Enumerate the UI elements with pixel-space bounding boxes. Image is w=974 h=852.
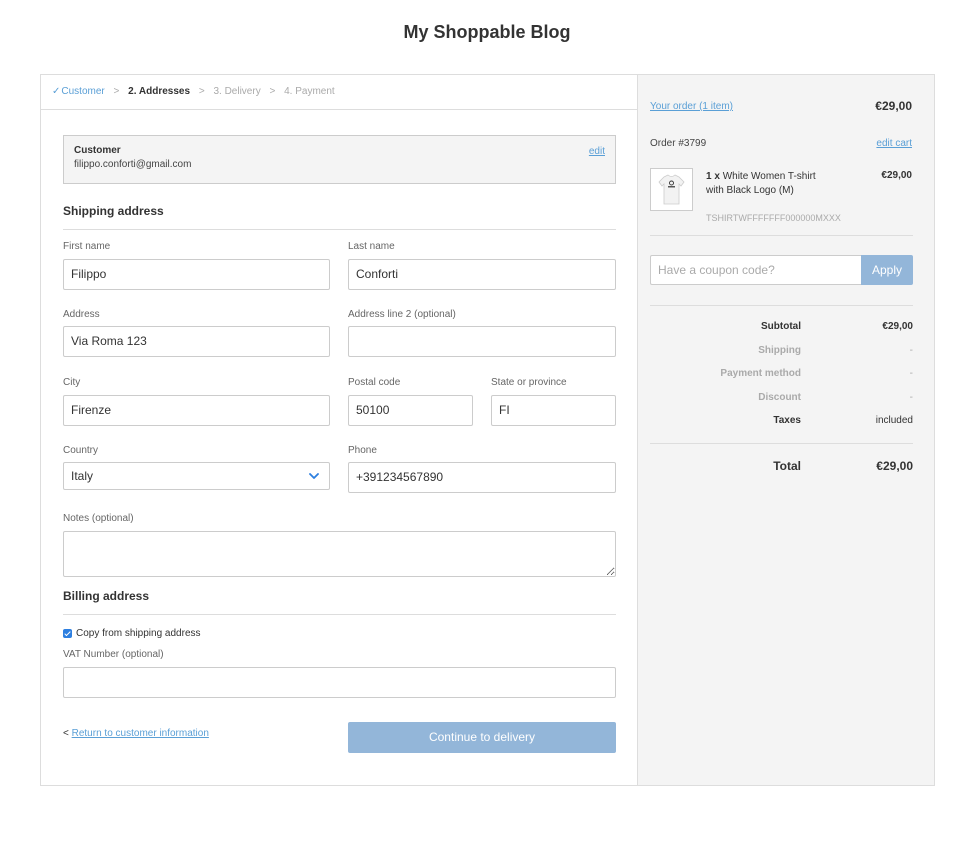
step-delivery: 3. Delivery [213, 86, 261, 97]
item-name: White Women T-shirt with Black Logo (M) [706, 171, 816, 196]
total-value: €29,00 [876, 459, 913, 473]
chevron-down-icon [309, 473, 319, 479]
divider [650, 305, 913, 306]
discount-value: - [909, 392, 913, 403]
notes-label: Notes (optional) [63, 513, 134, 524]
state-input[interactable]: FI [491, 395, 616, 426]
divider [63, 614, 616, 615]
checkout-container: ✓Customer > 2. Addresses > 3. Delivery >… [40, 74, 935, 786]
step-separator: > [198, 86, 205, 97]
edit-cart-link[interactable]: edit cart [876, 138, 912, 149]
payment-method-row: Payment method - [650, 368, 913, 382]
item-price: €29,00 [881, 170, 912, 181]
divider [63, 229, 616, 230]
return-to-customer-link[interactable]: Return to customer information [72, 728, 209, 739]
site-title: My Shoppable Blog [403, 22, 571, 42]
last-name-label: Last name [348, 241, 395, 252]
step-separator: > [269, 86, 276, 97]
shipping-value: - [909, 345, 913, 356]
order-summary-panel: Your order (1 item) €29,00 Order #3799 e… [637, 75, 934, 785]
country-selected-value: Italy [71, 469, 94, 483]
payment-method-value: - [909, 368, 913, 379]
taxes-label: Taxes [773, 415, 801, 426]
copy-shipping-label[interactable]: Copy from shipping address [76, 628, 201, 639]
check-icon: ✓ [52, 86, 61, 97]
vat-label: VAT Number (optional) [63, 649, 164, 660]
tshirt-icon [658, 174, 685, 205]
city-input[interactable]: Firenze [63, 395, 330, 426]
taxes-value: included [875, 415, 913, 426]
last-name-input[interactable]: Conforti [348, 259, 616, 290]
divider [650, 443, 913, 444]
divider [650, 235, 913, 236]
continue-to-delivery-button[interactable]: Continue to delivery [348, 722, 616, 753]
customer-label: Customer [74, 145, 121, 156]
billing-address-title: Billing address [63, 589, 150, 603]
postal-code-label: Postal code [348, 377, 401, 388]
notes-textarea[interactable] [63, 531, 616, 577]
subtotal-value: €29,00 [882, 321, 913, 332]
country-select[interactable]: Italy [63, 462, 330, 490]
checkout-steps-breadcrumb: ✓Customer > 2. Addresses > 3. Delivery >… [41, 75, 637, 110]
first-name-label: First name [63, 241, 111, 252]
step-customer[interactable]: Customer [61, 75, 104, 109]
phone-input[interactable]: +391234567890 [348, 462, 616, 493]
taxes-row: Taxes included [650, 415, 913, 429]
phone-label: Phone [348, 445, 377, 456]
postal-code-input[interactable]: 50100 [348, 395, 473, 426]
shipping-address-title: Shipping address [63, 204, 164, 218]
item-thumbnail [650, 168, 693, 211]
discount-label: Discount [758, 392, 801, 403]
subtotal-label: Subtotal [761, 321, 801, 332]
apply-coupon-button[interactable]: Apply [861, 255, 913, 285]
item-quantity: 1 x [706, 171, 720, 182]
state-label: State or province [491, 377, 567, 388]
copy-shipping-row[interactable]: Copy from shipping address [63, 628, 201, 639]
subtotal-row: Subtotal €29,00 [650, 321, 913, 335]
address-label: Address [63, 309, 100, 320]
address-line2-input[interactable] [348, 326, 616, 357]
order-number: Order #3799 [650, 138, 707, 149]
payment-method-label: Payment method [720, 368, 801, 379]
back-link-row: < Return to customer information [63, 728, 209, 739]
country-label: Country [63, 445, 99, 456]
vat-input[interactable] [63, 667, 616, 698]
customer-email: filippo.conforti@gmail.com [74, 159, 192, 170]
address-input[interactable]: Via Roma 123 [63, 326, 330, 357]
step-separator: > [113, 86, 120, 97]
your-order-link[interactable]: Your order (1 item) [650, 101, 733, 112]
step-payment: 4. Payment [284, 86, 335, 97]
checkout-form-panel: ✓Customer > 2. Addresses > 3. Delivery >… [41, 75, 637, 785]
step-addresses: 2. Addresses [128, 86, 191, 97]
item-title: 1 x White Women T-shirt with Black Logo … [706, 170, 816, 198]
discount-row: Discount - [650, 392, 913, 406]
total-label: Total [773, 459, 801, 473]
shipping-row: Shipping - [650, 345, 913, 359]
address-line2-label: Address line 2 (optional) [348, 309, 456, 320]
coupon-input[interactable]: Have a coupon code? [650, 255, 861, 285]
order-total-header: €29,00 [875, 99, 912, 113]
first-name-input[interactable]: Filippo [63, 259, 330, 290]
customer-summary-box: Customer filippo.conforti@gmail.com edit [63, 135, 616, 184]
copy-shipping-checkbox[interactable] [63, 629, 72, 638]
edit-customer-link[interactable]: edit [589, 146, 605, 157]
back-chevron: < [63, 728, 69, 739]
city-label: City [63, 377, 81, 388]
item-sku: TSHIRTWFFFFFFF000000MXXX [706, 213, 841, 223]
shipping-label: Shipping [758, 345, 801, 356]
